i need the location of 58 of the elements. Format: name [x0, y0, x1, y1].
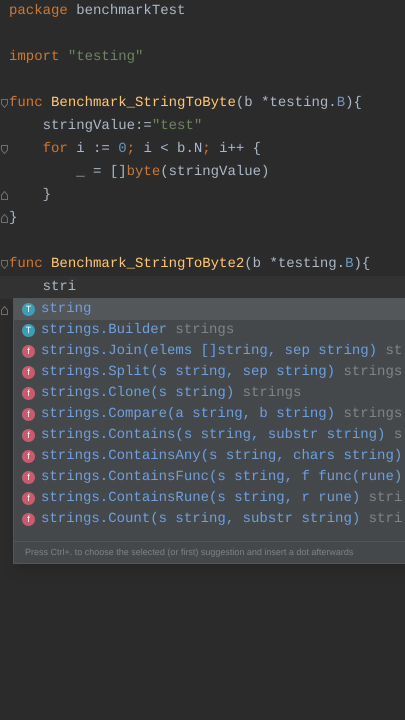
suggestion-label: strings.ContainsRune(s string, r rune) [41, 489, 360, 508]
function-icon: f [22, 429, 35, 442]
suggestion-detail: st [385, 342, 402, 361]
suggestion-detail: stri [368, 489, 402, 508]
function-icon: f [22, 345, 35, 358]
fold-icon[interactable] [1, 191, 8, 200]
suggestion-label: strings.Count(s string, substr string) [41, 510, 360, 529]
type-icon: T [22, 303, 35, 316]
suggestion-detail: strings [343, 405, 402, 424]
fold-icon[interactable] [1, 214, 8, 223]
code-line: } [9, 209, 18, 228]
suggestion-detail: strings [242, 384, 302, 403]
suggestion-item[interactable]: f strings.Split(s string, sep string) strings [14, 362, 405, 383]
code-line: for i := 0; i < b.N; i++ { [42, 140, 262, 159]
fold-icon[interactable] [1, 306, 8, 315]
suggestion-label: strings.Split(s string, sep string) [41, 363, 336, 382]
code-line: _ = []byte(stringValue) [75, 163, 270, 182]
suggestion-item[interactable]: f strings.ContainsAny(s string, chars string) [14, 446, 405, 467]
suggestion-label: strings.Clone(s string) [41, 384, 234, 403]
suggestion-label: strings.Join(elems []string, sep string) [41, 342, 378, 361]
fold-icon[interactable] [1, 99, 8, 108]
code-line: package benchmarkTest [9, 2, 186, 21]
code-line: import "testing" [9, 48, 144, 67]
suggestion-item[interactable]: T strings.Builder strings [14, 320, 405, 341]
suggestion-detail: s [394, 426, 402, 445]
suggestion-label: strings.ContainsAny(s string, chars string) [41, 447, 402, 466]
suggestion-label: strings.Compare(a string, b string) [41, 405, 336, 424]
code-line: func Benchmark_StringToByte(b *testing.B){ [9, 94, 362, 113]
code-line: stringValue:="test" [42, 117, 202, 136]
suggestion-label: strings.Contains(s string, substr string) [41, 426, 386, 445]
suggestion-detail: stri [368, 510, 402, 529]
suggestion-item[interactable]: f strings.Join(elems []string, sep string) st [14, 341, 405, 362]
function-icon: f [22, 450, 35, 463]
suggestion-detail: strings [175, 321, 234, 340]
suggestion-label: strings.Builder [41, 321, 168, 340]
suggestion-item[interactable]: T string [14, 299, 405, 320]
suggestion-item[interactable]: f strings.Compare(a string, b string) strings [14, 404, 405, 425]
code-line: } [42, 186, 52, 205]
function-icon: f [22, 408, 35, 421]
fold-icon[interactable] [1, 260, 8, 269]
hint-text: Press Ctrl+. to choose the selected (or first) suggestion and insert a dot afterwards [25, 546, 354, 559]
function-icon: f [22, 387, 35, 400]
suggestion-item[interactable]: f strings.Count(s string, substr string) stri [14, 509, 405, 530]
suggestion-item[interactable]: f strings.ContainsRune(s string, r rune) stri [14, 488, 405, 509]
suggestion-label: string [41, 300, 92, 319]
fold-icon[interactable] [1, 145, 8, 154]
suggestion-detail: strings [343, 363, 402, 382]
code-line: stri [42, 278, 76, 297]
function-icon: f [22, 366, 35, 379]
code-line: func Benchmark_StringToByte2(b *testing.B){ [9, 255, 370, 274]
function-icon: f [22, 471, 35, 484]
type-icon: T [22, 324, 35, 337]
suggestion-label: strings.ContainsFunc(s string, f func(rune) [41, 468, 402, 487]
suggestion-item[interactable]: f strings.ContainsFunc(s string, f func(rune) [14, 467, 405, 488]
suggestion-item[interactable]: f strings.Clone(s string) strings [14, 383, 405, 404]
function-icon: f [22, 492, 35, 505]
suggestion-item[interactable]: f strings.Contains(s string, substr string) s [14, 425, 405, 446]
function-icon: f [22, 513, 35, 526]
